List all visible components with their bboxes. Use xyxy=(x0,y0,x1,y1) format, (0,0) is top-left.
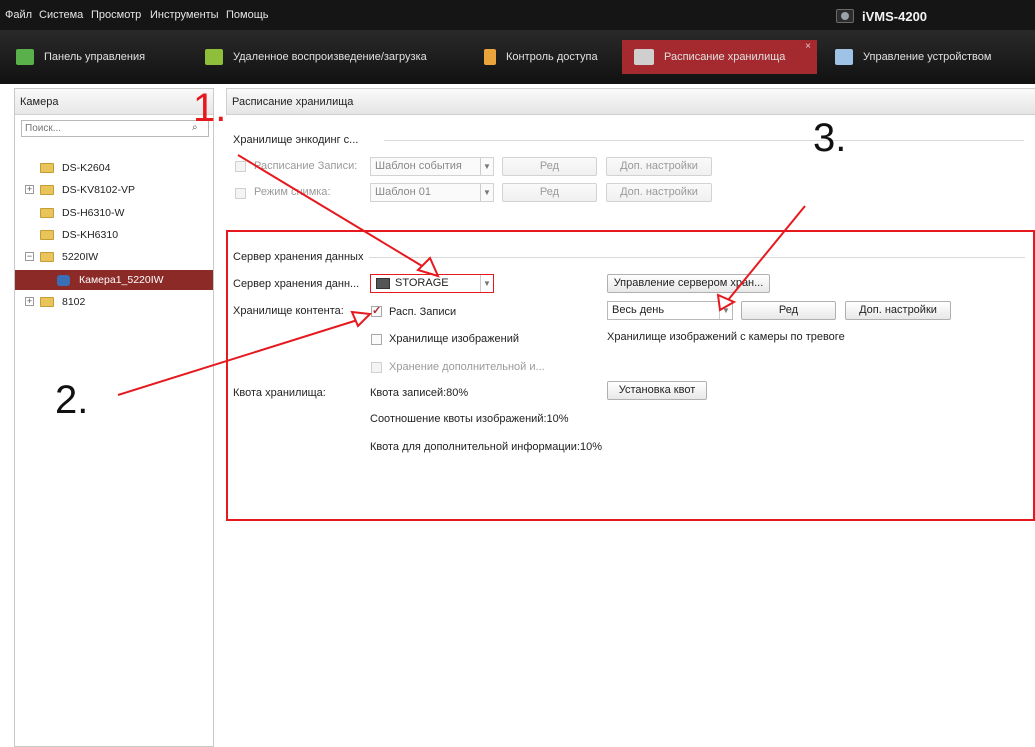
annotation-number-3: 3. xyxy=(813,116,847,160)
edit-button[interactable]: Ред xyxy=(502,157,597,176)
playback-icon xyxy=(205,49,223,65)
tree-item[interactable]: DS-H6310-W xyxy=(15,203,213,223)
menu-view[interactable]: Просмотр xyxy=(91,9,141,21)
tree-item-label: DS-KH6310 xyxy=(62,229,119,241)
record-schedule-label: Расписание Записи: xyxy=(254,160,358,172)
advanced-settings-button[interactable]: Доп. настройки xyxy=(606,183,712,202)
expand-icon[interactable]: + xyxy=(25,185,34,194)
tab-access-control[interactable]: Контроль доступа xyxy=(484,40,609,74)
menu-help[interactable]: Помощь xyxy=(226,9,269,21)
record-template-select[interactable]: Шаблон события ▼ xyxy=(370,157,494,176)
select-value: Шаблон 01 xyxy=(375,186,432,198)
menu-file[interactable]: Файл xyxy=(5,9,32,21)
app-title: iVMS-4200 xyxy=(836,5,927,27)
access-control-icon xyxy=(484,49,496,65)
tab-remote-playback[interactable]: Удаленное воспроизведение/загрузка xyxy=(205,40,460,74)
tab-label: Контроль доступа xyxy=(506,51,598,63)
tab-label: Панель управления xyxy=(44,51,146,63)
app-name: iVMS-4200 xyxy=(862,8,928,24)
tab-label: Расписание хранилища xyxy=(664,51,786,63)
folder-icon xyxy=(40,252,54,262)
camera-panel: Камера ⌕ DS-K2604 + DS-KV8102-VP DS-H631… xyxy=(14,88,214,747)
tree-item-label: 5220IW xyxy=(62,251,99,263)
module-tab-bar: Панель управления Удаленное воспроизведе… xyxy=(0,30,1035,84)
annotation-highlight-box xyxy=(226,230,1035,521)
menu-bar: Файл Система Просмотр Инструменты Помощь… xyxy=(0,0,1035,30)
tree-item[interactable]: DS-K2604 xyxy=(15,158,213,178)
folder-icon xyxy=(40,230,54,240)
tree-item-label: 8102 xyxy=(62,296,86,308)
snapshot-mode-label: Режим снимка: xyxy=(254,186,331,198)
encoding-section-title: Хранилище энкодинг с... xyxy=(233,134,359,146)
storage-schedule-icon xyxy=(634,49,654,65)
menu-tools[interactable]: Инструменты xyxy=(150,9,219,21)
chevron-down-icon: ▼ xyxy=(480,184,493,201)
annotation-number-2: 2. xyxy=(55,378,89,422)
folder-icon xyxy=(40,297,54,307)
tree-item-label: DS-H6310-W xyxy=(62,207,125,219)
tree-item-label: DS-KV8102-VP xyxy=(62,184,135,196)
camera-search: ⌕ xyxy=(21,120,209,137)
search-input[interactable] xyxy=(22,121,182,136)
tab-device-management[interactable]: Управление устройством xyxy=(835,40,1030,74)
chevron-down-icon: ▼ xyxy=(480,158,493,175)
tab-dashboard[interactable]: Панель управления xyxy=(16,40,176,74)
tree-item[interactable]: + DS-KV8102-VP xyxy=(15,180,213,200)
tab-label: Удаленное воспроизведение/загрузка xyxy=(233,51,427,63)
record-schedule-checkbox[interactable] xyxy=(235,161,246,172)
folder-icon xyxy=(40,185,54,195)
select-value: Шаблон события xyxy=(375,160,462,172)
tree-item[interactable]: DS-KH6310 xyxy=(15,225,213,245)
menu-system[interactable]: Система xyxy=(39,9,83,21)
tree-item[interactable]: + 8102 xyxy=(15,292,213,312)
tree-item-selected[interactable]: Камера1_5220IW xyxy=(15,270,213,290)
tree-item[interactable]: − 5220IW xyxy=(15,247,213,267)
tree-item-label: Камера1_5220IW xyxy=(79,274,164,286)
close-icon[interactable]: × xyxy=(805,41,811,52)
device-management-icon xyxy=(835,49,853,65)
collapse-icon[interactable]: − xyxy=(25,252,34,261)
snapshot-mode-checkbox[interactable] xyxy=(235,188,246,199)
annotation-number-1: 1. xyxy=(193,86,227,130)
page-title: Расписание хранилища xyxy=(226,88,1035,115)
tree-item-label: DS-K2604 xyxy=(62,162,111,174)
folder-icon xyxy=(40,208,54,218)
camera-icon xyxy=(57,274,70,286)
edit-button[interactable]: Ред xyxy=(502,183,597,202)
advanced-settings-button[interactable]: Доп. настройки xyxy=(606,157,712,176)
tab-storage-schedule[interactable]: Расписание хранилища × xyxy=(622,40,817,74)
divider xyxy=(384,140,1024,141)
dashboard-icon xyxy=(16,49,34,65)
snapshot-template-select[interactable]: Шаблон 01 ▼ xyxy=(370,183,494,202)
expand-icon[interactable]: + xyxy=(25,297,34,306)
camera-panel-title: Камера xyxy=(15,89,213,115)
tab-label: Управление устройством xyxy=(863,51,992,63)
folder-icon xyxy=(40,163,54,173)
app-logo-icon xyxy=(836,9,854,23)
